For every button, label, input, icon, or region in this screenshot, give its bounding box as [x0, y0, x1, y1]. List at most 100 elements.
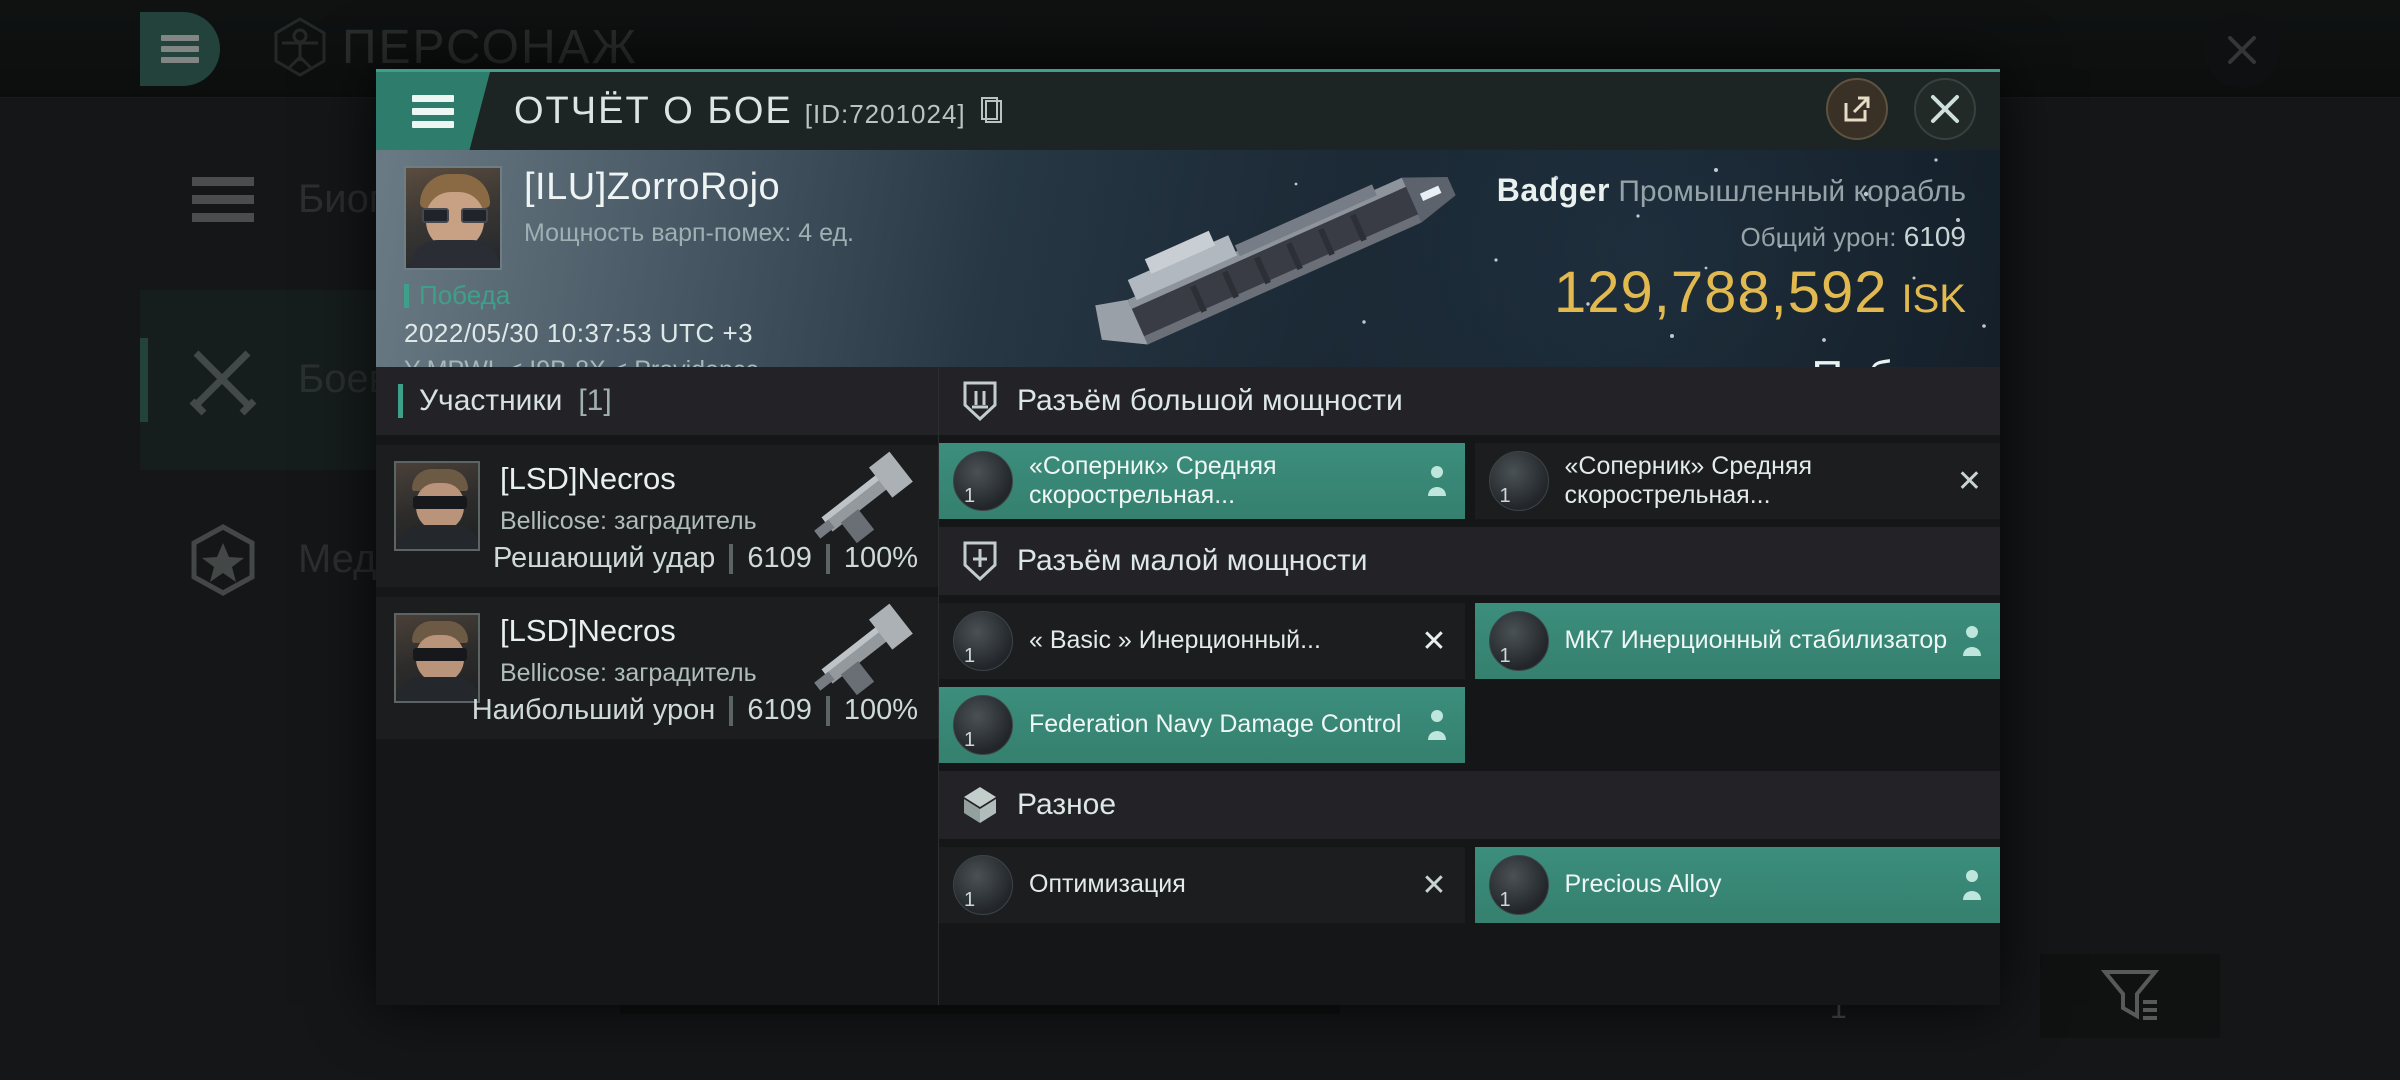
ship-summary: Badger Промышленный корабль Общий урон: …	[1497, 172, 1966, 367]
low-power-col-right: 1 МК7 Инерционный стабилизатор	[1474, 603, 2000, 771]
module-name: Precious Alloy	[1564, 870, 1722, 899]
section-high-power-header: Разъём большой мощности	[939, 367, 2000, 435]
dialog-title: ОТЧЁТ О БОЕ [ID:7201024]	[514, 90, 1004, 133]
misc-col-right: 1 Precious Alloy	[1474, 847, 2000, 931]
share-button[interactable]	[1826, 78, 1888, 140]
dialog-title-text: ОТЧЁТ О БОЕ	[514, 89, 793, 132]
low-power-grid: 1 « Basic » Инерционный... ✕ 1 Federatio…	[939, 595, 2000, 771]
hamburger-icon	[412, 89, 454, 134]
dialog-report-id: [ID:7201024]	[804, 98, 966, 129]
high-power-col-left: 1 «Соперник» Средняя скорострельная...	[939, 443, 1465, 527]
ship-line: Badger Промышленный корабль	[1497, 172, 1966, 209]
participant-percent: 100%	[843, 542, 918, 574]
high-power-col-right: 1 «Соперник» Средняя скорострельная... ✕	[1474, 443, 2000, 527]
module-qty: 1	[964, 485, 976, 507]
participant-name: [LSD]Necros	[500, 461, 676, 496]
total-damage-label: Общий урон:	[1740, 222, 1897, 252]
x-mark-icon: ✕	[1421, 624, 1447, 658]
x-mark-icon: ✕	[1421, 868, 1447, 902]
module-qty: 1	[964, 729, 976, 751]
module-name: « Basic » Инерционный...	[1029, 626, 1321, 655]
copy-icon[interactable]	[980, 97, 1004, 125]
module-item[interactable]: 1 МК7 Инерционный стабилизатор	[1474, 603, 2000, 679]
low-power-slot-icon	[963, 541, 997, 582]
list-icon	[192, 177, 254, 222]
isk-unit: ISK	[1901, 277, 1966, 321]
participant-percent: 100%	[843, 694, 918, 726]
participant-damage: 6109	[747, 542, 812, 574]
misc-col-left: 1 Оптимизация ✕	[939, 847, 1465, 931]
module-name: Federation Navy Damage Control	[1029, 710, 1402, 739]
background-close-button[interactable]	[2204, 12, 2280, 88]
section-low-power-header: Разъём малой мощности	[939, 527, 2000, 595]
glasses-icon	[422, 208, 488, 223]
isk-value: 129,788,592	[1553, 260, 1888, 325]
module-qty: 1	[1499, 889, 1511, 911]
inertial-stabilizer-icon: 1	[1488, 611, 1549, 671]
pilot-name: [ILU]ZorroRojo	[524, 166, 781, 208]
background-menu-button[interactable]	[140, 12, 220, 86]
close-icon	[2223, 31, 2261, 69]
participants-panel: Участники [1] [LSD]Necros Bellicose: заг…	[376, 367, 939, 1005]
ship-name: Badger	[1496, 172, 1610, 208]
module-item[interactable]: 1 Оптимизация ✕	[939, 847, 1465, 923]
turret-module-icon: 1	[953, 451, 1013, 511]
participant-name: [LSD]Necros	[500, 613, 676, 648]
participant-stats: Наибольший урон 6109 100%	[472, 694, 918, 727]
avatar	[394, 461, 480, 551]
battle-location: Y-MPWL < I9B-8X < Providence	[404, 356, 759, 367]
result-tag: Победа	[404, 280, 759, 311]
participants-header: Участники [1]	[376, 367, 938, 435]
total-damage-value: 6109	[1903, 221, 1966, 252]
close-icon	[1926, 90, 1964, 128]
module-item[interactable]: 1 Federation Navy Damage Control	[939, 687, 1465, 763]
section-high-power-title: Разъём большой мощности	[1017, 384, 1403, 417]
dialog-close-button[interactable]	[1914, 78, 1976, 140]
person-icon	[1427, 710, 1446, 740]
participant-stat-label: Наибольший урон	[471, 694, 716, 726]
module-item[interactable]: 1 « Basic » Инерционный... ✕	[939, 603, 1465, 679]
external-link-icon	[1844, 96, 1870, 122]
result-accent-bar	[404, 283, 409, 308]
dialog-body: Участники [1] [LSD]Necros Bellicose: заг…	[376, 367, 2000, 1005]
battle-hero: [ILU]ZorroRojo Мощность варп-помех: 4 ед…	[376, 150, 2000, 367]
participant-stats: Решающий удар 6109 100%	[493, 542, 918, 575]
hamburger-icon	[161, 30, 199, 68]
ship-class: Промышленный корабль	[1618, 175, 1966, 208]
optimization-icon: 1	[953, 855, 1013, 915]
total-damage-row: Общий урон: 6109	[1497, 221, 1966, 253]
fitting-panel: Разъём большой мощности 1 «Соперник» Сре…	[939, 367, 2000, 1005]
dialog-header: ОТЧЁТ О БОЕ [ID:7201024]	[376, 72, 2000, 150]
participants-accent-bar	[398, 384, 403, 418]
person-icon	[1427, 466, 1446, 496]
module-qty: 1	[964, 889, 976, 911]
participant-row[interactable]: [LSD]Necros Bellicose: заградитель	[376, 597, 938, 739]
section-misc-title: Разное	[1017, 788, 1117, 821]
high-power-grid: 1 «Соперник» Средняя скорострельная... 1	[939, 435, 2000, 527]
participant-row[interactable]: [LSD]Necros Bellicose: заградитель	[376, 445, 938, 587]
misc-grid: 1 Оптимизация ✕ 1 Precious Alloy	[939, 839, 2000, 931]
battle-meta: Победа 2022/05/30 10:37:53 UTC +3 Y-MPWL…	[404, 280, 759, 367]
precious-alloy-icon: 1	[1488, 855, 1549, 915]
person-icon	[1963, 626, 1981, 656]
battle-timestamp: 2022/05/30 10:37:53 UTC +3	[404, 318, 754, 348]
background-page-title-text: ПЕРСОНАЖ	[342, 20, 638, 74]
module-name: «Соперник» Средняя скорострельная...	[1029, 451, 1277, 510]
crossed-swords-icon	[189, 350, 257, 416]
cube-icon	[964, 787, 996, 823]
module-item[interactable]: 1 Precious Alloy	[1474, 847, 2000, 923]
participant-ship: Bellicose: заградитель	[500, 507, 757, 535]
dialog-header-actions	[1826, 78, 1976, 140]
module-qty: 1	[964, 645, 976, 667]
section-misc-header: Разное	[939, 771, 2000, 839]
dialog-menu-button[interactable]	[376, 72, 490, 150]
background-filter-button[interactable]	[2040, 954, 2220, 1038]
sunglasses-icon	[413, 496, 467, 509]
module-item[interactable]: 1 «Соперник» Средняя скорострельная... ✕	[1474, 443, 2000, 519]
module-name: МК7 Инерционный стабилизатор	[1564, 626, 1948, 655]
vitruvian-man-icon	[274, 17, 326, 77]
module-name: «Соперник» Средняя скорострельная...	[1564, 451, 1813, 510]
ship-render	[1095, 177, 1456, 345]
pilot-avatar	[404, 166, 502, 270]
module-item[interactable]: 1 «Соперник» Средняя скорострельная...	[939, 443, 1465, 519]
